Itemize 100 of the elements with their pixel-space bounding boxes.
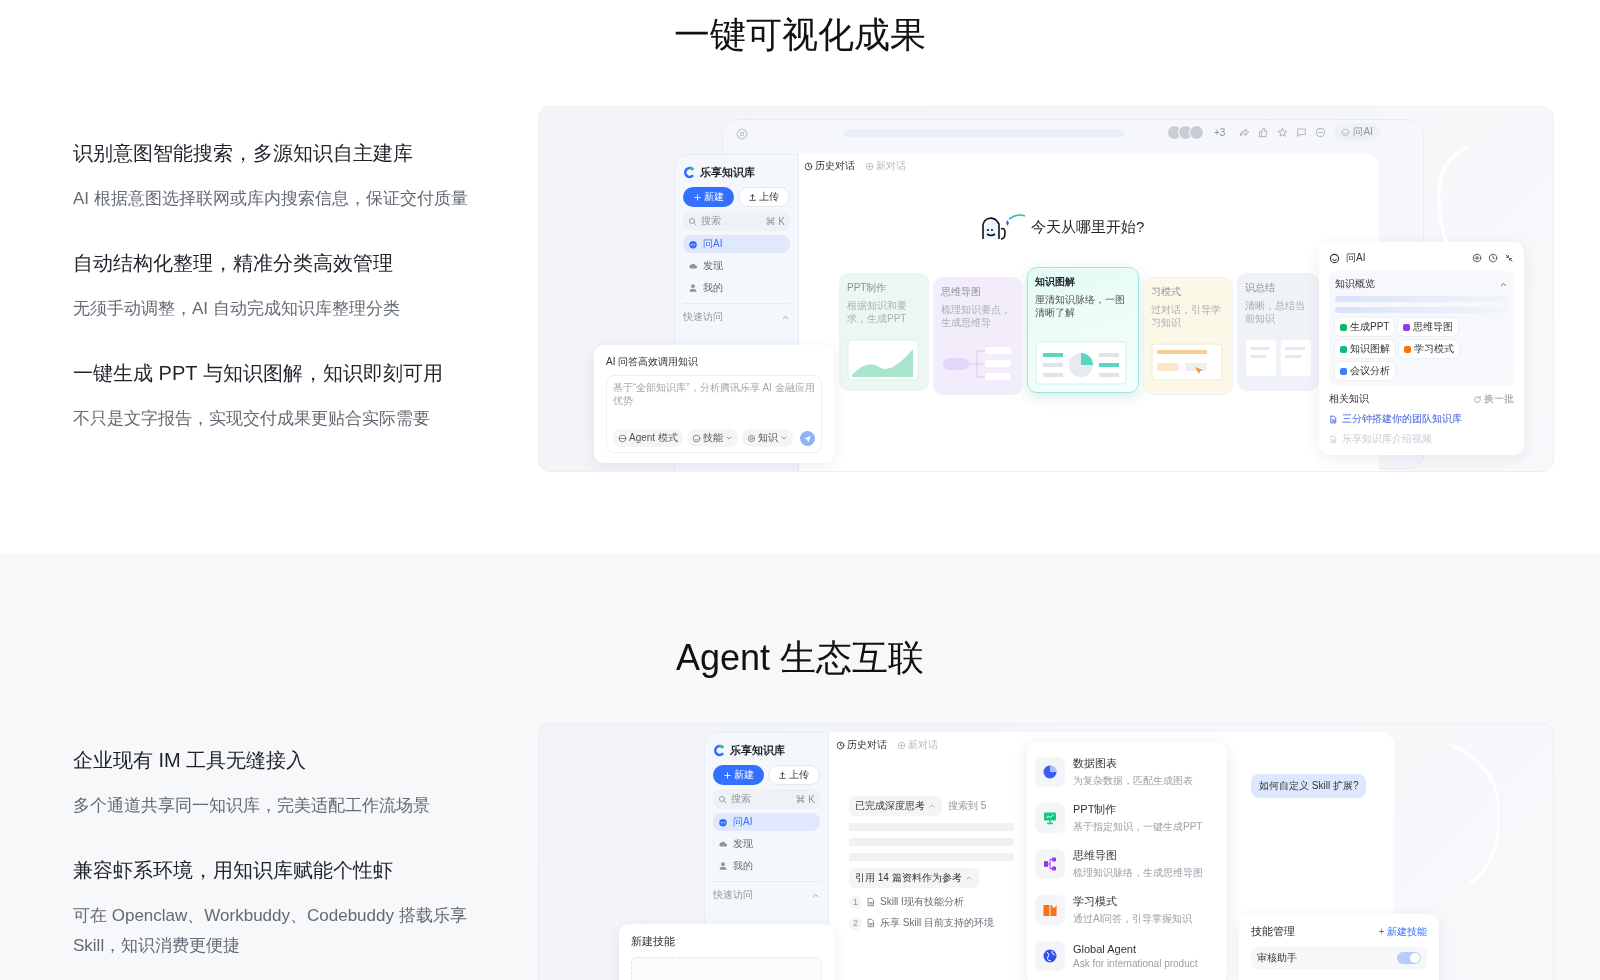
thinking-status[interactable]: 已完成深度思考 bbox=[849, 796, 942, 816]
skill-name: Global Agent bbox=[1073, 942, 1137, 955]
card-description: 梳理知识要点，生成思维导 bbox=[941, 303, 1012, 329]
action-chip[interactable]: 生成PPT bbox=[1335, 318, 1395, 336]
upload-button[interactable]: 上传 bbox=[737, 187, 790, 207]
more-icon[interactable] bbox=[1315, 126, 1327, 138]
card-title: 知识图解 bbox=[1035, 275, 1076, 289]
section-title: 一键可视化成果 bbox=[674, 13, 926, 57]
upload-icon bbox=[778, 770, 788, 780]
feature-card[interactable]: 知识图解 厘清知识脉络，一图清晰了解 bbox=[1027, 267, 1139, 393]
panel-title: 问AI bbox=[1346, 251, 1367, 265]
add-icon[interactable] bbox=[1472, 253, 1482, 263]
action-chip[interactable]: 会议分析 bbox=[1335, 362, 1395, 380]
minimize-icon[interactable] bbox=[1504, 253, 1514, 263]
clock-icon bbox=[804, 161, 813, 171]
new-button[interactable]: 新建 bbox=[713, 765, 764, 785]
feature-card[interactable]: 习模式 过对话，引导学习知识 bbox=[1143, 277, 1233, 395]
feature-card[interactable]: PPT制作 根据知识和要求，生成PPT bbox=[839, 273, 929, 391]
skill-description: 通过AI问答，引导掌握知识 bbox=[1073, 911, 1193, 926]
member-count: +3 bbox=[1214, 126, 1226, 138]
person-icon bbox=[688, 283, 698, 293]
upload-icon bbox=[748, 192, 758, 202]
skill-description: Ask for international product bbox=[1073, 957, 1198, 969]
chat-input[interactable]: 基于“全部知识库”，分析腾讯乐享 AI 金融应用优势 Agent 模式 技能 知识 bbox=[606, 375, 822, 453]
mode-chip[interactable]: 知识 bbox=[741, 429, 793, 447]
refresh-icon bbox=[1473, 394, 1482, 404]
send-icon[interactable] bbox=[800, 430, 815, 446]
document-link[interactable]: 三分钟搭建你的团队知识库 bbox=[1329, 412, 1514, 426]
skill-description: 为复杂数据，匹配生成图表 bbox=[1073, 773, 1193, 788]
section-label: 快速访问 bbox=[683, 310, 723, 324]
document-icon bbox=[866, 918, 876, 928]
shortcut-hint: ⌘ K bbox=[795, 793, 815, 805]
panel-title: 新建技能 bbox=[631, 934, 676, 949]
plus-circle-icon bbox=[897, 740, 906, 750]
search-placeholder: 搜索 bbox=[701, 214, 722, 228]
cloud-icon bbox=[688, 261, 698, 271]
search-placeholder: 搜索 bbox=[731, 792, 752, 806]
search-icon bbox=[688, 216, 697, 226]
mascot-drawing bbox=[979, 213, 1027, 241]
brand-name: 乐享知识库 bbox=[730, 742, 785, 758]
like-icon[interactable] bbox=[1258, 126, 1270, 138]
share-icon[interactable] bbox=[1239, 126, 1251, 138]
star-icon[interactable] bbox=[1277, 126, 1289, 138]
person-icon bbox=[718, 861, 728, 871]
section-title: Agent 生态互联 bbox=[675, 636, 925, 680]
section-label: 快速访问 bbox=[713, 888, 753, 902]
feature-description: 不只是文字报告，实现交付成果更贴合实际需要 bbox=[73, 408, 431, 430]
toggle-switch[interactable] bbox=[1397, 952, 1421, 964]
mode-chip[interactable]: 技能 bbox=[686, 429, 738, 447]
history-icon[interactable] bbox=[1488, 253, 1498, 263]
logo-icon bbox=[713, 743, 726, 757]
feature-description: 无须手动调整，AI 自动完成知识库整理分类 bbox=[73, 298, 401, 320]
settings-icon[interactable] bbox=[735, 127, 749, 141]
refresh-link[interactable]: 换一批 bbox=[1473, 392, 1514, 406]
nav-item[interactable]: 发现 bbox=[713, 835, 820, 853]
caret-icon bbox=[779, 434, 788, 442]
card-description: 厘清知识脉络，一图清晰了解 bbox=[1035, 293, 1126, 319]
action-chip[interactable]: 思维导图 bbox=[1398, 318, 1459, 336]
action-chip[interactable]: 知识图解 bbox=[1335, 340, 1395, 358]
brand-name: 乐享知识库 bbox=[700, 164, 755, 180]
question-bubble: 如何自定义 Skill 扩展? bbox=[1251, 774, 1367, 798]
card-title: 识总结 bbox=[1245, 281, 1276, 295]
nav-item[interactable]: 发现 bbox=[683, 257, 790, 275]
cloud-icon bbox=[718, 839, 728, 849]
new-skill-link[interactable]: + 新建技能 bbox=[1378, 924, 1427, 939]
nav-item[interactable]: 我的 bbox=[683, 279, 790, 297]
skill-item[interactable]: 学习模式 通过AI问答，引导掌握知识 bbox=[1035, 888, 1219, 931]
skill-item[interactable]: 数据图表 为复杂数据，匹配生成图表 bbox=[1035, 750, 1219, 793]
comment-icon[interactable] bbox=[1296, 126, 1308, 138]
skill-name: 学习模式 bbox=[1073, 893, 1118, 909]
nav-item[interactable]: 问AI bbox=[683, 235, 790, 253]
reference-link[interactable]: Skill I现有技能分析 bbox=[880, 895, 964, 909]
action-chip[interactable]: 学习模式 bbox=[1399, 340, 1459, 358]
upload-button[interactable]: 上传 bbox=[767, 765, 820, 785]
tab[interactable]: 历史对话 bbox=[836, 738, 887, 752]
robot-icon bbox=[718, 817, 728, 827]
citation-toggle[interactable]: 引用 14 篇资料作为参考 bbox=[849, 868, 979, 888]
reference-link[interactable]: 乐享 Skill 目前支持的环境 bbox=[880, 916, 994, 930]
new-button[interactable]: 新建 bbox=[683, 187, 734, 207]
card-description: 根据知识和要求，生成PPT bbox=[847, 299, 908, 325]
greeting: 今天从哪里开始? bbox=[1031, 217, 1145, 237]
skill-item[interactable]: Global Agent Ask for international product bbox=[1035, 934, 1219, 977]
tab[interactable]: 历史对话 bbox=[804, 159, 855, 173]
feature-heading: 兼容虾系环境，用知识库赋能个性虾 bbox=[73, 858, 394, 883]
chevron-up-icon bbox=[928, 802, 936, 810]
document-icon bbox=[1329, 414, 1338, 424]
plus-circle-icon bbox=[865, 161, 874, 171]
nav-item[interactable]: 问AI bbox=[713, 813, 820, 831]
nav-item[interactable]: 我的 bbox=[713, 857, 820, 875]
document-icon bbox=[866, 897, 876, 907]
feature-heading: 自动结构化整理，精准分类高效管理 bbox=[73, 251, 394, 276]
skill-item[interactable]: PPT制作 基于指定知识，一键生成PPT bbox=[1035, 796, 1219, 839]
card-title: AI 问答高效调用知识 bbox=[606, 355, 700, 369]
card-title: 习模式 bbox=[1151, 285, 1182, 299]
skill-item[interactable]: 思维导图 梳理知识脉络，生成思维导图 bbox=[1035, 842, 1219, 885]
document-icon bbox=[1329, 434, 1338, 444]
skill-name: 思维导图 bbox=[1073, 847, 1118, 863]
skill-name: 数据图表 bbox=[1073, 755, 1118, 771]
search-count: 搜索到 5 bbox=[948, 799, 987, 813]
mode-chip[interactable]: Agent 模式 bbox=[613, 429, 683, 447]
